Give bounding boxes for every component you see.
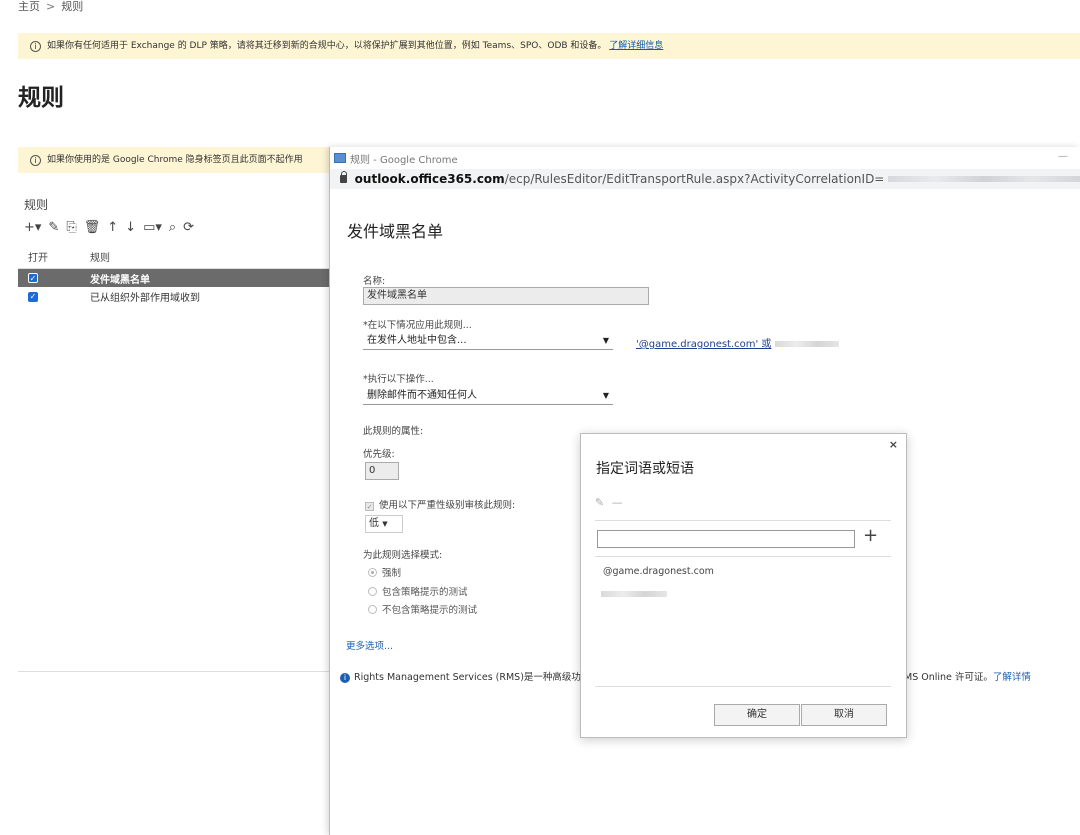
table-row[interactable]: ✓ 发件域黑名单 bbox=[18, 269, 330, 287]
url-path: /ecp/RulesEditor/EditTransportRule.aspx?… bbox=[504, 172, 885, 186]
list-item[interactable]: @game.dragonest.com bbox=[603, 566, 714, 577]
mode-option-enforce[interactable]: 强制 bbox=[368, 565, 401, 579]
copy-icon[interactable]: ⎘ bbox=[66, 220, 76, 236]
radio-button[interactable] bbox=[368, 605, 377, 614]
dialog-title: 指定词语或短语 bbox=[596, 461, 694, 477]
table-row[interactable]: ✓ 已从组织外部作用域收到 bbox=[18, 287, 330, 305]
condition-words-text: '@game.dragonest.com' 或 bbox=[636, 339, 772, 350]
redacted-url bbox=[888, 176, 1080, 182]
specify-words-dialog: × 指定词语或短语 ✎ — + @game.dragonest.com 确定 取… bbox=[580, 433, 907, 738]
url-host: outlook.office365.com bbox=[354, 172, 505, 186]
chevron-down-icon: ▼ bbox=[602, 336, 609, 345]
rules-toolbar: +▾ ✎ ⎘ 🗑 ↑ ↓ ▭▾ ⌕ ⟳ bbox=[24, 218, 194, 238]
enabled-checkbox[interactable]: ✓ bbox=[28, 291, 38, 302]
rule-name: 已从组织外部作用域收到 bbox=[90, 292, 200, 304]
severity-checkbox[interactable]: ✓ bbox=[365, 502, 374, 511]
mode-text: 强制 bbox=[382, 568, 402, 579]
chevron-down-icon: ▼ bbox=[382, 520, 388, 528]
info-icon: i bbox=[30, 41, 41, 52]
minimize-button[interactable]: — bbox=[1058, 151, 1068, 162]
redacted-text bbox=[774, 341, 839, 347]
action-value: 删除邮件而不通知任何人 bbox=[367, 390, 477, 401]
banner-text: 如果你使用的是 Google Chrome 隐身标签页且此页面不起作用 bbox=[47, 155, 303, 165]
name-field[interactable]: 发件域黑名单 bbox=[363, 287, 649, 305]
move-down-icon[interactable]: ↓ bbox=[125, 220, 136, 236]
add-icon[interactable]: + bbox=[863, 525, 878, 546]
severity-label: 使用以下严重性级别审核此规则: bbox=[379, 500, 516, 511]
action-label: *执行以下操作... bbox=[363, 374, 434, 385]
page-title: 规则 bbox=[18, 85, 64, 111]
window-title: 规则 - Google Chrome bbox=[350, 154, 458, 166]
edit-icon[interactable]: ✎ bbox=[595, 496, 604, 509]
delete-icon[interactable]: 🗑 bbox=[84, 220, 101, 236]
severity-option[interactable]: ✓ 使用以下严重性级别审核此规则: bbox=[365, 497, 515, 511]
rules-table: 打开 规则 ✓ 发件域黑名单 ✓ 已从组织外部作用域收到 bbox=[18, 244, 330, 305]
enabled-checkbox[interactable]: ✓ bbox=[28, 272, 38, 283]
action-select[interactable]: 删除邮件而不通知任何人 ▼ bbox=[363, 387, 613, 405]
radio-button[interactable] bbox=[368, 587, 377, 596]
priority-field[interactable]: 0 bbox=[365, 462, 399, 480]
edit-icon[interactable]: ✎ bbox=[48, 220, 59, 236]
search-icon[interactable]: ⌕ bbox=[169, 220, 176, 236]
rule-title: 发件域黑名单 bbox=[347, 222, 444, 241]
properties-label: 此规则的属性: bbox=[363, 426, 424, 437]
column-header-rule[interactable]: 规则 bbox=[90, 249, 330, 264]
add-rule-icon[interactable]: +▾ bbox=[24, 220, 41, 236]
close-icon[interactable]: × bbox=[889, 438, 898, 451]
priority-label: 优先级: bbox=[363, 449, 395, 460]
column-header-on[interactable]: 打开 bbox=[18, 249, 90, 264]
chevron-down-icon: ▼ bbox=[602, 391, 609, 400]
dialog-tools: ✎ — bbox=[595, 496, 623, 509]
condition-value: 在发件人地址中包含... bbox=[367, 335, 467, 346]
name-label: 名称: bbox=[363, 276, 386, 287]
divider bbox=[595, 556, 891, 557]
cancel-button[interactable]: 取消 bbox=[801, 704, 887, 726]
rms-info: i Rights Management Services (RMS)是一种高级功 bbox=[340, 669, 581, 683]
banner-text: 如果你有任何适用于 Exchange 的 DLP 策略，请将其迁移到新的合规中心… bbox=[47, 41, 607, 51]
learn-more-link[interactable]: 了解详细信息 bbox=[609, 41, 663, 51]
ok-button[interactable]: 确定 bbox=[714, 704, 800, 726]
mode-text: 包含策略提示的测试 bbox=[382, 587, 468, 598]
divider bbox=[595, 686, 891, 687]
refresh-icon[interactable]: ⟳ bbox=[183, 220, 194, 236]
info-icon: i bbox=[340, 673, 350, 683]
breadcrumb-home[interactable]: 主页 bbox=[18, 0, 40, 13]
rules-panel-heading: 规则 bbox=[24, 198, 49, 212]
lock-icon bbox=[340, 171, 347, 183]
mode-text: 不包含策略提示的测试 bbox=[382, 605, 478, 616]
redacted-list-item[interactable] bbox=[601, 589, 667, 600]
breadcrumb: 主页 > 规则 bbox=[18, 0, 83, 14]
rule-name: 发件域黑名单 bbox=[90, 274, 150, 286]
condition-label: *在以下情况应用此规则... bbox=[363, 320, 472, 331]
severity-select[interactable]: 低 ▼ bbox=[365, 515, 403, 533]
address-bar[interactable]: outlook.office365.com/ecp/RulesEditor/Ed… bbox=[330, 169, 1080, 189]
condition-select[interactable]: 在发件人地址中包含... ▼ bbox=[363, 332, 613, 350]
window-icon bbox=[334, 153, 346, 163]
info-icon: i bbox=[30, 155, 41, 166]
remove-icon[interactable]: — bbox=[612, 496, 623, 509]
mode-option-test-without-tips[interactable]: 不包含策略提示的测试 bbox=[368, 602, 477, 616]
breadcrumb-separator: > bbox=[46, 0, 56, 13]
divider bbox=[18, 671, 330, 672]
mode-label: 为此规则选择模式: bbox=[363, 550, 443, 561]
breadcrumb-current: 规则 bbox=[61, 0, 84, 13]
severity-value: 低 bbox=[369, 518, 379, 529]
move-up-icon[interactable]: ↑ bbox=[107, 220, 118, 236]
dlp-migration-banner: i 如果你有任何适用于 Exchange 的 DLP 策略，请将其迁移到新的合规中… bbox=[18, 33, 1080, 59]
word-input[interactable] bbox=[597, 530, 855, 548]
rms-text: Rights Management Services (RMS)是一种高级功 bbox=[354, 672, 581, 683]
rms-info-tail: MS Online 许可证。了解详情 bbox=[904, 669, 1031, 683]
rms-learn-more-link[interactable]: 了解详情 bbox=[993, 672, 1031, 683]
mode-option-test-with-tips[interactable]: 包含策略提示的测试 bbox=[368, 584, 468, 598]
radio-button[interactable] bbox=[368, 568, 377, 577]
divider bbox=[595, 520, 891, 521]
more-options-link[interactable]: 更多选项... bbox=[346, 638, 393, 652]
table-header: 打开 规则 bbox=[18, 244, 330, 269]
condition-words-link[interactable]: '@game.dragonest.com' 或 bbox=[636, 335, 839, 350]
export-icon[interactable]: ▭▾ bbox=[143, 220, 162, 236]
window-titlebar[interactable]: 规则 - Google Chrome — bbox=[330, 147, 1080, 169]
rms-text-tail: MS Online 许可证。 bbox=[904, 672, 993, 683]
